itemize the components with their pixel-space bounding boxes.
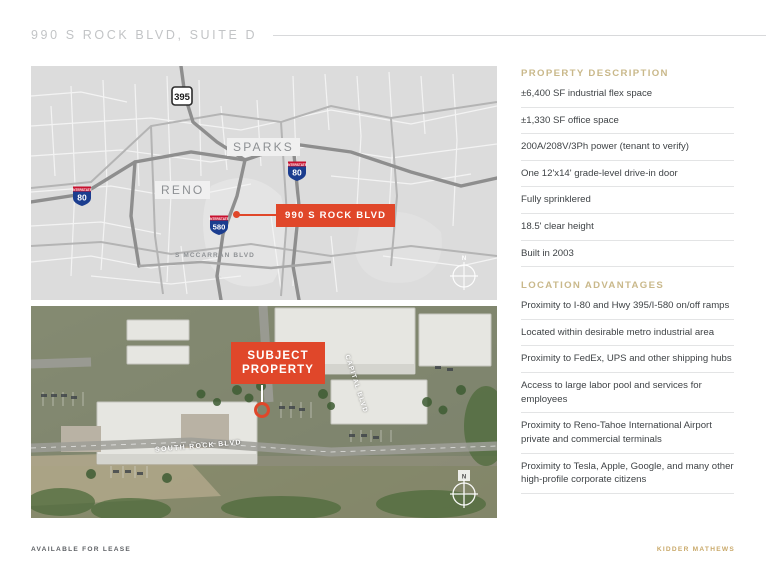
svg-text:INTERSTATE: INTERSTATE (287, 163, 307, 167)
subject-property-callout: SUBJECT PROPERTY (231, 342, 326, 385)
list-item: Proximity to I-80 and Hwy 395/I-580 on/o… (521, 299, 734, 320)
list-item: Proximity to Tesla, Apple, Google, and m… (521, 454, 734, 494)
list-item: Proximity to Reno-Tahoe International Ai… (521, 413, 734, 454)
map-label-sparks: SPARKS (227, 138, 300, 156)
i-580-shield-icon: INTERSTATE 580 (209, 215, 229, 235)
page-header: 990 S ROCK BLVD, SUITE D (31, 24, 766, 46)
us-395-shield-icon: 395 (171, 86, 193, 106)
map-graphic (31, 66, 497, 300)
list-item: 18.5' clear height (521, 214, 734, 241)
footer-brand-logo: KIDDER MATHEWS (656, 546, 735, 553)
list-item: Proximity to FedEx, UPS and other shippi… (521, 346, 734, 374)
page-title: 990 S ROCK BLVD, SUITE D (31, 28, 258, 42)
list-item: Located within desirable metro industria… (521, 320, 734, 347)
i-580-shield-number: 580 (213, 223, 226, 232)
list-item: ±6,400 SF industrial flex space (521, 87, 734, 108)
compass-rose-icon: N (450, 470, 478, 508)
list-item: One 12'x14' grade-level drive-in door (521, 161, 734, 188)
svg-text:INTERSTATE: INTERSTATE (209, 217, 229, 221)
property-info-column: PROPERTY DESCRIPTION ±6,400 SF industria… (521, 68, 734, 494)
subject-property-marker (254, 402, 270, 418)
i-80-east-shield-number: 80 (292, 168, 302, 178)
property-description-list: ±6,400 SF industrial flex space ±1,330 S… (521, 87, 734, 268)
i-80-west-shield-number: 80 (77, 193, 87, 203)
regional-map[interactable]: SPARKS RENO S MCCARRAN BLVD 395 INTERSTA… (31, 66, 497, 300)
map-callout-leader-line (237, 214, 277, 216)
list-item: Fully sprinklered (521, 187, 734, 215)
svg-text:INTERSTATE: INTERSTATE (72, 188, 92, 192)
aerial-photo[interactable]: SOUTH ROCK BLVD CAPITAL BLVD SUBJECT PRO… (31, 306, 497, 518)
list-item: 200A/208V/3Ph power (tenant to verify) (521, 134, 734, 161)
subject-property-callout-line2: PROPERTY (242, 364, 315, 377)
subject-property-callout-line1: SUBJECT (247, 350, 309, 362)
i-80-east-shield-icon: INTERSTATE 80 (287, 161, 307, 181)
list-item: Access to large labor pool and services … (521, 373, 734, 414)
location-advantages-heading: LOCATION ADVANTAGES (521, 280, 665, 292)
list-item: Built in 2003 (521, 241, 734, 268)
us-395-shield-number: 395 (174, 92, 191, 103)
header-divider (273, 34, 766, 36)
property-description-heading: PROPERTY DESCRIPTION (521, 68, 669, 79)
svg-text:N: N (462, 256, 466, 262)
list-item: ±1,330 SF office space (521, 108, 734, 135)
compass-rose-icon: N (450, 256, 478, 290)
svg-text:N: N (462, 475, 466, 481)
location-advantages-list: Proximity to I-80 and Hwy 395/I-580 on/o… (521, 299, 734, 494)
map-address-callout: 990 S ROCK BLVD (276, 204, 396, 227)
map-label-reno: RENO (155, 181, 211, 199)
map-label-mccarran-blvd: S MCCARRAN BLVD (175, 252, 255, 259)
footer-availability-text: AVAILABLE FOR LEASE (31, 546, 132, 553)
i-80-west-shield-icon: INTERSTATE 80 (72, 186, 92, 206)
